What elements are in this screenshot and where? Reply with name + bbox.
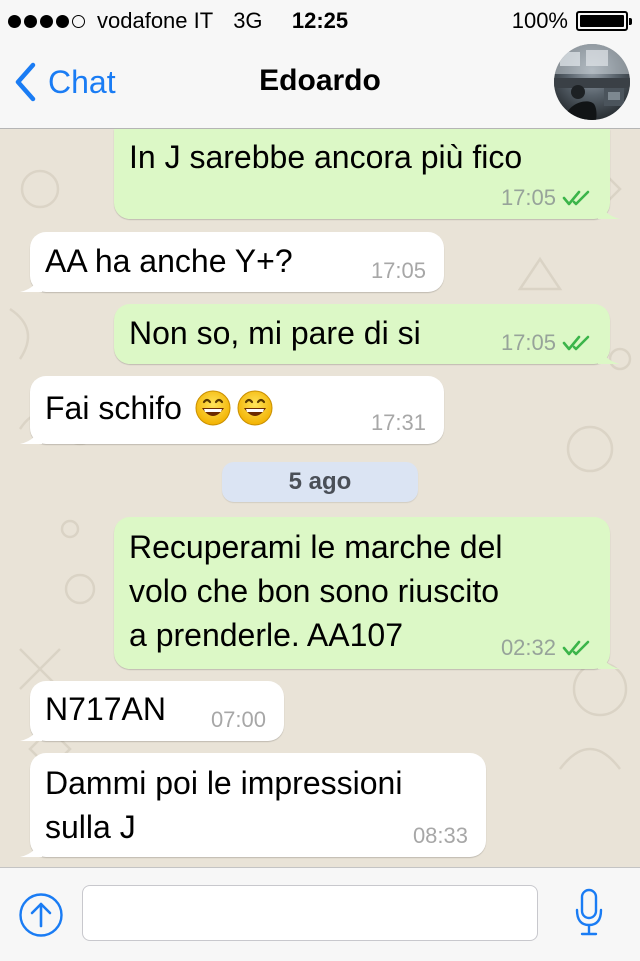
message-bubble-outgoing[interactable]: Non so, mi pare di si 17:05 bbox=[114, 304, 620, 364]
message-bubble-incoming[interactable]: Dammi poi le impressioni sulla J 08:33 bbox=[20, 753, 486, 857]
message-bubble-incoming[interactable]: Fai schifo 17:31 bbox=[20, 376, 444, 444]
grinning-face-emoji bbox=[195, 390, 231, 426]
microphone-button[interactable] bbox=[574, 888, 604, 943]
battery-icon bbox=[576, 11, 632, 31]
message-text: N717AN bbox=[45, 691, 166, 727]
message-time: 17:05 bbox=[500, 185, 556, 210]
status-right: 100% bbox=[511, 8, 632, 34]
battery-percent: 100% bbox=[511, 8, 568, 33]
upload-arrow-icon bbox=[19, 893, 63, 937]
double-check-icon bbox=[562, 640, 590, 656]
bubble-tail bbox=[20, 270, 42, 292]
contact-avatar[interactable] bbox=[554, 44, 630, 120]
bubble-tail bbox=[20, 422, 42, 444]
chat-area[interactable]: In J sarebbe ancora più fico 17:05 AA ha… bbox=[0, 129, 640, 867]
message-time: 17:05 bbox=[370, 258, 426, 283]
message-bubble-incoming[interactable]: AA ha anche Y+? 17:05 bbox=[20, 232, 444, 292]
message-bubble-outgoing[interactable]: Recuperami le marche del volo che bon so… bbox=[114, 517, 620, 669]
bubble-tail bbox=[598, 197, 620, 219]
message-meta: 17:05 bbox=[501, 185, 592, 211]
battery-fill bbox=[580, 15, 624, 27]
message-bubble-incoming[interactable]: N717AN 07:00 bbox=[20, 681, 284, 741]
bubble-tail bbox=[598, 342, 620, 364]
message-text: In J sarebbe ancora più fico bbox=[129, 139, 523, 175]
message-bubble-outgoing[interactable]: In J sarebbe ancora più fico 17:05 bbox=[114, 129, 620, 219]
message-content: Fai schifo bbox=[45, 386, 274, 430]
message-time: 02:32 bbox=[500, 635, 556, 660]
microphone-icon bbox=[575, 888, 603, 936]
attach-button[interactable] bbox=[18, 892, 64, 943]
navigation-bar: Chat Edoardo bbox=[0, 40, 640, 129]
message-time: 07:00 bbox=[210, 707, 266, 732]
message-input-bar bbox=[0, 867, 640, 961]
contact-name[interactable]: Edoardo bbox=[0, 64, 640, 98]
bubble-tail bbox=[20, 835, 42, 857]
double-check-icon bbox=[562, 190, 590, 206]
message-text-line: sulla J bbox=[45, 809, 136, 845]
message-text-line: volo che bon sono riuscito bbox=[129, 573, 499, 609]
avatar-photo bbox=[554, 44, 630, 120]
message-text-line: a prenderle. AA107 bbox=[129, 617, 403, 653]
message-text: AA ha anche Y+? bbox=[45, 243, 293, 279]
message-time: 17:31 bbox=[370, 410, 426, 435]
message-text-line: Recuperami le marche del bbox=[129, 529, 503, 565]
bubble-tail bbox=[598, 647, 620, 669]
message-text: Fai schifo bbox=[45, 390, 182, 426]
status-bar: vodafone IT 3G 12:25 100% bbox=[0, 0, 640, 40]
message-time: 17:05 bbox=[500, 330, 556, 355]
date-separator: 5 ago bbox=[222, 462, 418, 502]
message-text: Non so, mi pare di si bbox=[129, 315, 421, 351]
message-time: 08:33 bbox=[412, 823, 468, 848]
message-input[interactable] bbox=[82, 885, 538, 941]
message-meta: 02:32 bbox=[501, 635, 592, 661]
double-check-icon bbox=[562, 335, 590, 351]
message-meta: 17:05 bbox=[501, 330, 592, 356]
message-text-line: Dammi poi le impressioni bbox=[45, 765, 403, 801]
bubble-tail bbox=[20, 719, 42, 741]
grinning-face-emoji bbox=[237, 390, 273, 426]
